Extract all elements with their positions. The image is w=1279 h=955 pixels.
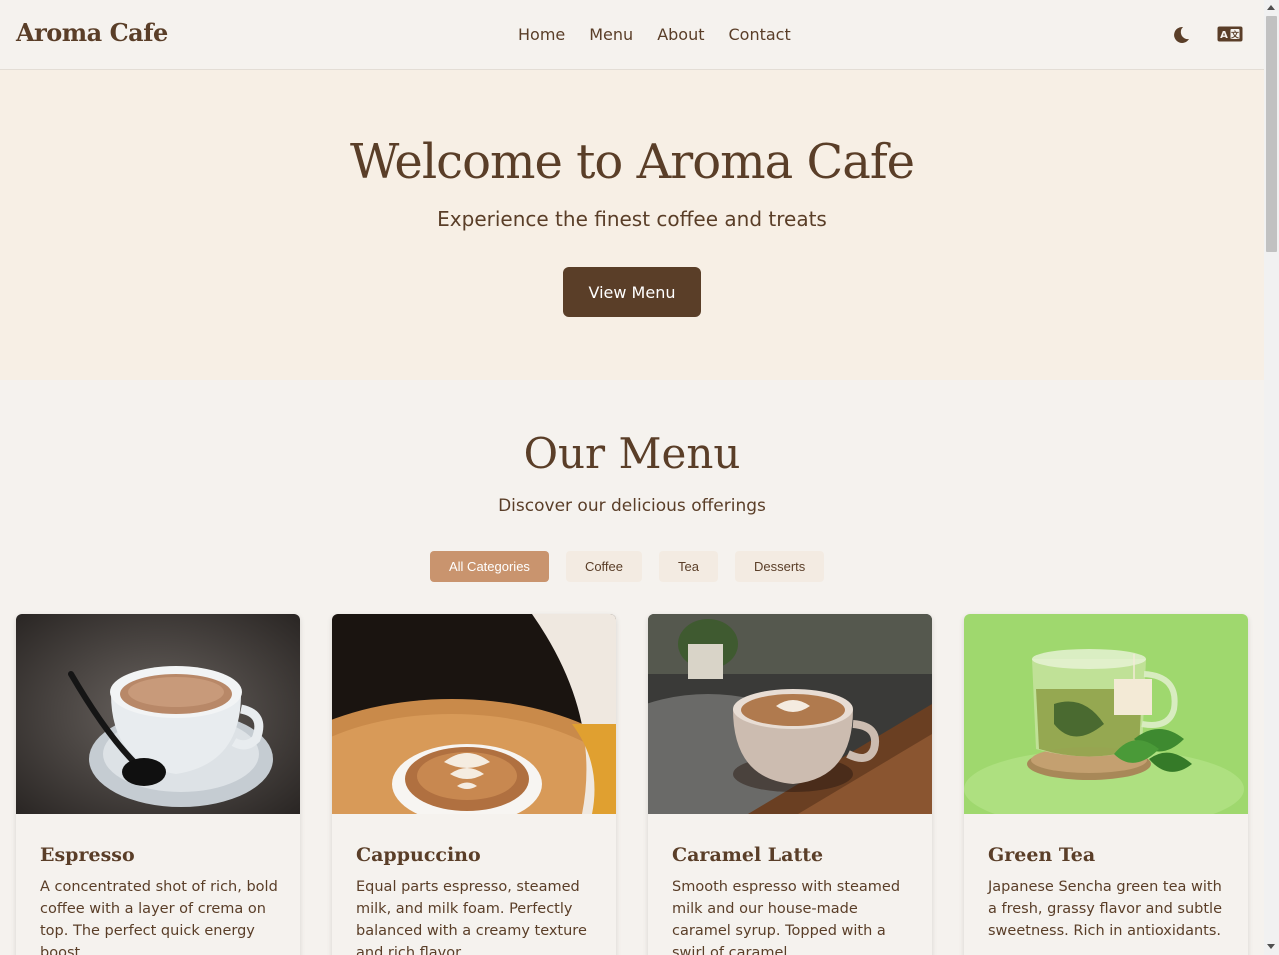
svg-text:文: 文 — [1231, 30, 1240, 40]
menu-item-description: A concentrated shot of rich, bold coffee… — [40, 879, 278, 955]
hero-subtitle: Experience the finest coffee and treats — [437, 207, 827, 231]
filter-tea[interactable]: Tea — [659, 551, 718, 582]
moon-icon[interactable] — [1170, 24, 1192, 46]
svg-text:A: A — [1220, 30, 1228, 41]
hero-title: Welcome to Aroma Cafe — [350, 134, 915, 190]
nav-contact[interactable]: Contact — [729, 24, 791, 46]
page-scrollbar[interactable] — [1264, 0, 1279, 955]
menu-title: Our Menu — [523, 429, 741, 478]
scroll-down-arrow-icon[interactable] — [1267, 944, 1275, 949]
brand-logo[interactable]: Aroma Cafe — [16, 18, 168, 47]
navbar: Aroma Cafe Home Menu About Contact A 文 — [0, 0, 1264, 70]
menu-item-description: Smooth espresso with steamed milk and ou… — [672, 879, 901, 955]
filter-coffee[interactable]: Coffee — [565, 551, 643, 582]
menu-card-espresso[interactable]: Espresso A concentrated shot of rich, bo… — [16, 614, 300, 955]
filter-desserts[interactable]: Desserts — [734, 551, 825, 582]
menu-item-name: Cappuccino — [356, 844, 481, 866]
category-filters: All Categories Coffee Tea Desserts — [430, 551, 825, 582]
nav-links: Home Menu About Contact — [518, 24, 791, 46]
menu-item-name: Caramel Latte — [672, 844, 824, 866]
menu-item-name: Espresso — [40, 844, 135, 866]
menu-item-description: Japanese Sencha green tea with a fresh, … — [988, 879, 1222, 939]
menu-card-caramel-latte[interactable]: Caramel Latte Smooth espresso with steam… — [648, 614, 932, 955]
nav-home[interactable]: Home — [518, 24, 565, 46]
scroll-up-arrow-icon[interactable] — [1267, 5, 1275, 10]
translate-icon[interactable]: A 文 — [1217, 26, 1243, 44]
green-tea-image — [964, 614, 1248, 814]
scroll-thumb[interactable] — [1266, 16, 1277, 252]
cappuccino-image — [332, 614, 616, 814]
nav-about[interactable]: About — [657, 24, 704, 46]
filter-all-categories[interactable]: All Categories — [430, 551, 549, 582]
menu-subtitle: Discover our delicious offerings — [498, 496, 766, 516]
view-menu-button[interactable]: View Menu — [563, 267, 701, 317]
menu-item-name: Green Tea — [988, 844, 1096, 866]
espresso-image — [16, 614, 300, 814]
hero-section: Welcome to Aroma Cafe Experience the fin… — [0, 70, 1264, 380]
menu-card-cappuccino[interactable]: Cappuccino Equal parts espresso, steamed… — [332, 614, 616, 955]
caramel-latte-image — [648, 614, 932, 814]
menu-cards: Espresso A concentrated shot of rich, bo… — [16, 614, 1248, 955]
menu-item-description: Equal parts espresso, steamed milk, and … — [356, 879, 587, 955]
nav-menu[interactable]: Menu — [589, 24, 633, 46]
menu-card-green-tea[interactable]: Green Tea Japanese Sencha green tea with… — [964, 614, 1248, 955]
